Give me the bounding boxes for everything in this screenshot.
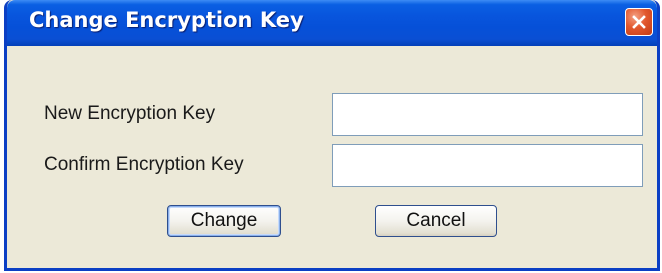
confirm-key-input[interactable] <box>332 144 643 187</box>
close-button[interactable] <box>625 8 653 36</box>
new-key-input[interactable] <box>332 93 643 136</box>
change-encryption-key-dialog: Change Encryption Key New Encryption Key… <box>4 0 660 271</box>
close-icon <box>632 15 646 29</box>
cancel-button[interactable]: Cancel <box>375 205 497 237</box>
title-bar[interactable]: Change Encryption Key <box>7 0 657 46</box>
new-key-label: New Encryption Key <box>44 103 216 124</box>
change-button[interactable]: Change <box>167 205 281 237</box>
confirm-key-label: Confirm Encryption Key <box>44 154 244 175</box>
dialog-title: Change Encryption Key <box>29 8 304 32</box>
